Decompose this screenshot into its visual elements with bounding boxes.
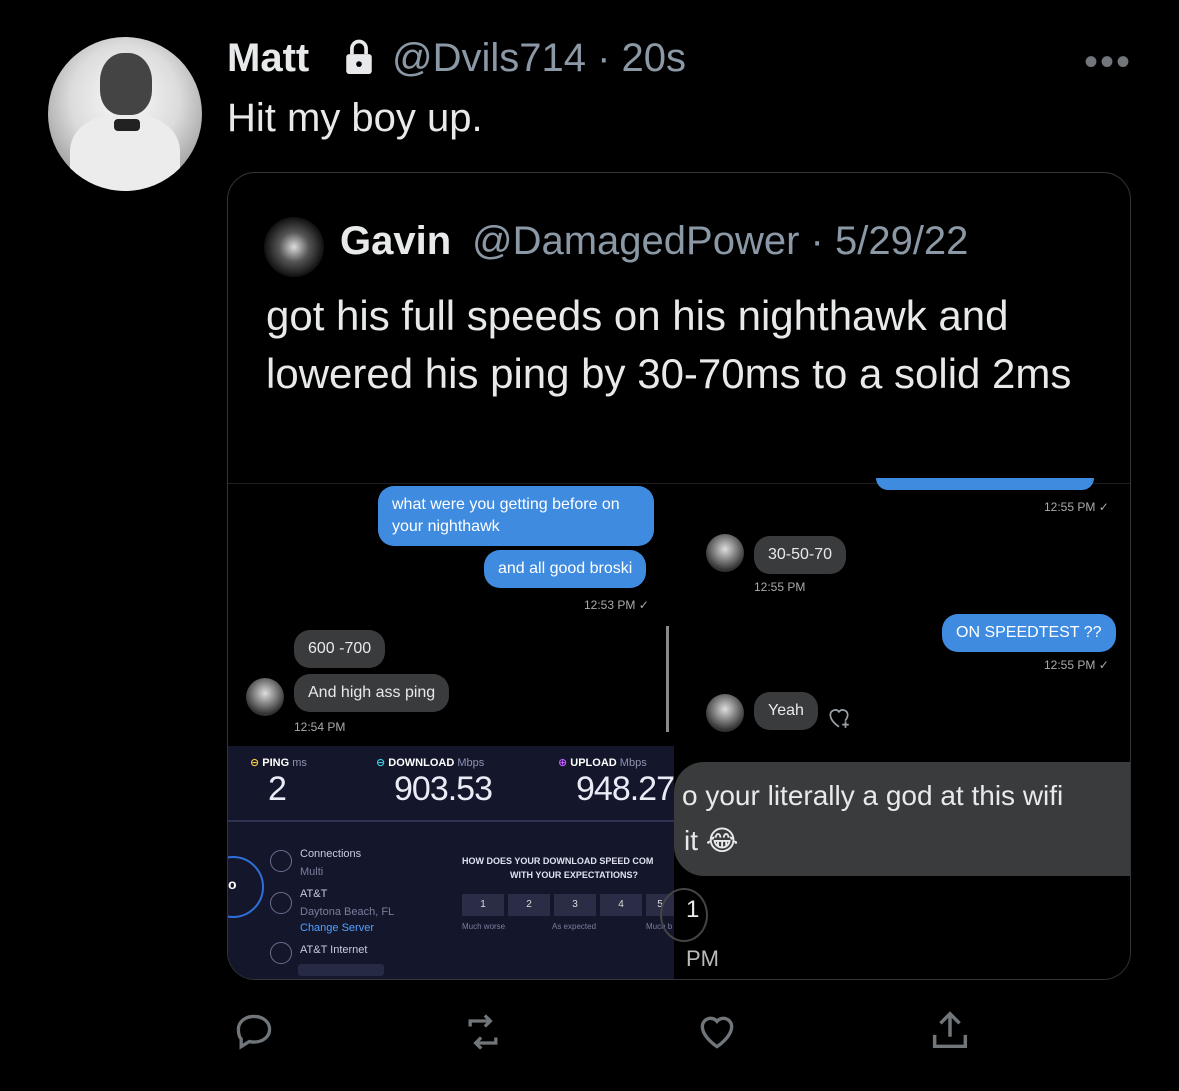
chat-timestamp: 12:54 PM [294, 720, 346, 734]
quoted-author-avatar [264, 217, 324, 277]
connections-label: Connections [300, 848, 362, 860]
survey-option-2[interactable]: 2 [508, 894, 550, 916]
retweet-icon[interactable] [456, 1010, 510, 1054]
isp-provider: AT&T Internet [300, 944, 368, 956]
user-icon [270, 942, 292, 964]
download-value: 903.53 [394, 770, 493, 808]
quoted-author-name: Gavin [340, 219, 452, 263]
like-icon[interactable] [692, 1010, 742, 1054]
chat-timestamp: 12:55 PM [754, 580, 806, 594]
chat-message-text: what were you getting before on [392, 496, 620, 513]
tweet-text: Hit my boy up. [227, 96, 483, 140]
chat-contact-avatar [706, 534, 744, 572]
more-options-icon[interactable]: ••• [1084, 40, 1132, 85]
chat-contact-avatar [246, 678, 284, 716]
large-message-time: PM [686, 946, 719, 971]
large-message-line2: it 😂 [684, 825, 739, 856]
reaction-badge-ring [660, 888, 708, 942]
reply-icon[interactable] [230, 1010, 278, 1054]
author-name[interactable]: Matt [227, 36, 309, 81]
chat-timestamp: 12:55 PM ✓ [1044, 658, 1109, 672]
chat-message-incoming: 600 -700 [294, 630, 386, 668]
share-icon[interactable] [926, 1008, 974, 1054]
quoted-tweet-text: got his full speeds on his nighthawk and… [266, 292, 1072, 397]
survey-option-4[interactable]: 4 [600, 894, 642, 916]
ping-value: 2 [268, 770, 287, 808]
chat-contact-avatar [706, 694, 744, 732]
download-label: ⊖ DOWNLOAD Mbps [376, 757, 485, 769]
upload-label: ⊕ UPLOAD Mbps [558, 757, 647, 769]
quoted-tweet[interactable]: Gavin @DamagedPower · 5/29/22 got his fu… [227, 172, 1131, 980]
large-message-line1: o your literally a god at this wifi [682, 780, 1064, 811]
redacted-field [298, 964, 384, 976]
chat-message-text: your nighthawk [392, 518, 500, 535]
chat-timestamp: 12:53 PM ✓ [584, 598, 649, 612]
survey-scale-mid: As expected [552, 922, 597, 931]
avatar-bowtie [114, 119, 140, 131]
server-location: Daytona Beach, FL [300, 906, 395, 918]
ping-label: ⊖ PING ms [250, 757, 307, 769]
chat-message-outgoing-cut [876, 478, 1094, 490]
chat-message-outgoing: what were you getting before on your nig… [378, 486, 654, 546]
survey-option-1[interactable]: 1 [462, 894, 504, 916]
globe-icon [270, 892, 292, 914]
connections-value: Multi [300, 866, 324, 878]
go-button-label: o [228, 876, 237, 892]
survey-option-3[interactable]: 3 [554, 894, 596, 916]
chat-message-incoming: 30-50-70 [754, 536, 847, 574]
chat-message-incoming: And high ass ping [294, 674, 450, 712]
author-avatar[interactable] [48, 37, 202, 191]
quoted-media[interactable]: what were you getting before on your nig… [228, 478, 1130, 979]
survey-scale-low: Much worse [462, 922, 506, 931]
quoted-author-handle-date: @DamagedPower · 5/29/22 [472, 219, 969, 263]
chat-message-outgoing: ON SPEEDTEST ?? [942, 614, 1116, 652]
avatar-figure-head [100, 53, 152, 115]
lock-icon [346, 39, 372, 74]
chat-timestamp: 12:55 PM ✓ [1044, 500, 1109, 514]
isp-name: AT&T [300, 888, 328, 900]
chat-message-incoming: Yeah [754, 692, 818, 730]
change-server-link[interactable]: Change Server [300, 922, 374, 934]
reaction-badge-count: 1 [686, 896, 700, 923]
connections-icon [270, 850, 292, 872]
author-handle-time[interactable]: @Dvils714 · 20s [392, 36, 686, 81]
upload-value: 948.27 [576, 770, 675, 808]
survey-question: HOW DOES YOUR DOWNLOAD SPEED COM [462, 856, 654, 866]
speedtest-panel: ⊖ PING ms 2 ⊖ DOWNLOAD Mbps 903.53 ⊕ UPL… [228, 746, 675, 979]
speedtest-separator [228, 820, 674, 822]
scroll-divider [666, 626, 669, 732]
chat-message-outgoing: and all good broski [484, 550, 647, 588]
survey-question-line2: WITH YOUR EXPECTATIONS? [510, 870, 639, 880]
heart-react-icon [829, 709, 849, 728]
